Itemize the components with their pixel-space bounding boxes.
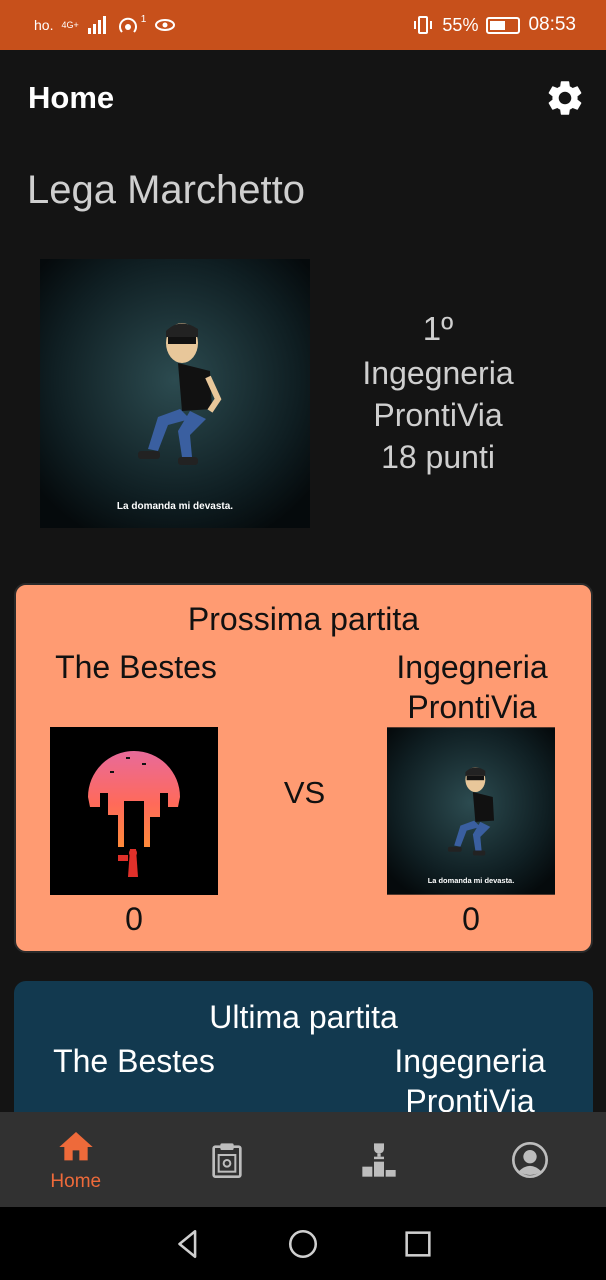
status-bar: ho. 4G+ 1 55% 08:53 [0, 0, 606, 50]
settings-gear-icon[interactable] [544, 77, 586, 119]
away-team-score: 0 [462, 901, 480, 937]
versus-label: VS [283, 775, 326, 810]
bottom-navigation: Home [0, 1112, 606, 1207]
last-match-title: Ultima partita [209, 999, 398, 1035]
last-home-team-name: The Bestes [53, 1043, 215, 1079]
home-team-avatar [50, 727, 218, 895]
nav-home-label: Home [50, 1170, 102, 1192]
home-team-score: 0 [125, 901, 143, 937]
league-name: Lega Marchetto [27, 168, 305, 212]
nav-home[interactable]: Home [0, 1112, 152, 1207]
system-navigation-bar [0, 1207, 606, 1280]
home-icon [59, 1131, 93, 1160]
nav-profile[interactable] [455, 1112, 606, 1207]
next-match-card[interactable]: Prossima partita The Bestes Ingegneria P… [14, 583, 593, 953]
standing-points: 18 punti [381, 439, 495, 475]
last-match-card[interactable]: Ultima partita The Bestes Ingegneria Pro… [14, 981, 593, 1131]
hotspot-icon [118, 17, 137, 33]
away-avatar-caption: La domanda mi devasta. [428, 876, 515, 885]
recents-icon[interactable] [401, 1227, 435, 1261]
last-away-team-name: Ingegneria ProntiVia [394, 1043, 546, 1119]
clock: 08:53 [528, 14, 576, 35]
trophy-podium-icon [362, 1142, 396, 1177]
app-bar: Home [0, 50, 606, 146]
league-rank: 1º [422, 310, 454, 347]
page-title: Home [28, 80, 115, 115]
home-circle-icon[interactable] [286, 1227, 320, 1261]
standing-team-name: Ingegneria ProntiVia [362, 355, 514, 433]
eye-icon [155, 19, 176, 31]
lineup-icon [212, 1142, 242, 1178]
away-team-name: Ingegneria ProntiVia [396, 649, 548, 725]
profile-icon [512, 1141, 549, 1178]
vibrate-icon [414, 16, 433, 34]
standing-summary: 1º Ingegneria ProntiVia 18 punti [330, 308, 546, 478]
battery-percent: 55% [442, 14, 479, 35]
signal-icon [87, 16, 106, 34]
carrier-label: ho. [34, 17, 54, 33]
home-team-name: The Bestes [55, 649, 217, 685]
next-match-title: Prossima partita [187, 601, 420, 637]
avatar-caption: La domanda mi devasta. [117, 501, 233, 512]
notification-count: 1 [140, 13, 147, 25]
network-type-label: 4G+ [61, 19, 79, 30]
back-icon[interactable] [171, 1227, 205, 1261]
nav-standings[interactable] [303, 1112, 455, 1207]
away-team-avatar: La domanda mi devasta. [387, 727, 555, 895]
nav-lineup[interactable] [152, 1112, 304, 1207]
team-avatar-image: La domanda mi devasta. [40, 259, 310, 528]
battery-icon [486, 16, 521, 34]
